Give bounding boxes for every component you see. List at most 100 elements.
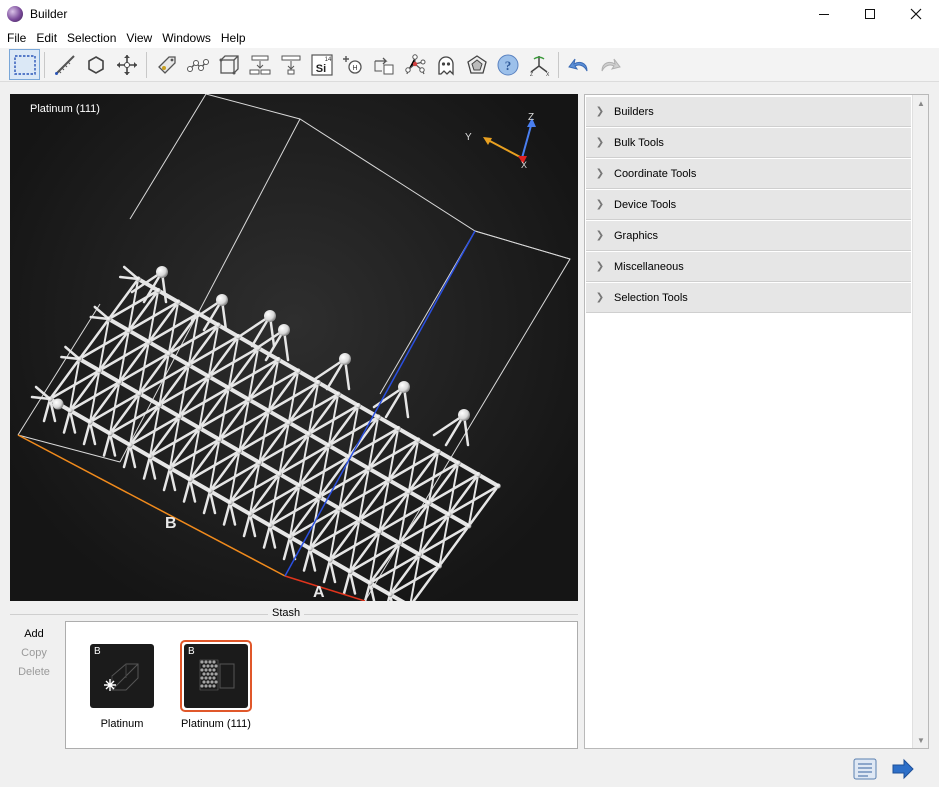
toolbar-separator	[146, 51, 147, 78]
report-icon	[853, 758, 877, 780]
stash-thumbnail: B	[90, 644, 154, 708]
chevron-right-icon: ❯	[595, 106, 605, 117]
stash-delete-button[interactable]: Delete	[18, 663, 50, 682]
layer-split-icon	[249, 55, 270, 74]
element-si-symbol: Si	[315, 63, 325, 75]
atom-add-icon: H	[342, 55, 362, 74]
surface-slab-icon	[199, 659, 235, 691]
stash-list: B Platinum B Platinum (111)	[65, 621, 578, 749]
stash-thumb-frame-selected: B	[180, 640, 252, 712]
atom-add-tool[interactable]: H	[337, 49, 368, 80]
panel-section-device-tools[interactable]: ❯ Device Tools	[586, 190, 911, 220]
undo-icon	[567, 58, 587, 71]
cube-frame-icon	[219, 54, 239, 74]
cube-frame-tool[interactable]	[213, 49, 244, 80]
stash-item-platinum-111[interactable]: B Platinum (111)	[176, 640, 256, 730]
panel-section-label: Bulk Tools	[614, 136, 664, 149]
chevron-right-icon: ❯	[595, 292, 605, 303]
stash-item-label: Platinum (111)	[181, 718, 251, 730]
rectangle-select-icon	[13, 54, 36, 75]
window-title: Builder	[30, 7, 68, 21]
atom-translate-icon	[374, 57, 393, 74]
triad-label-y: Y	[465, 132, 472, 143]
3d-viewport[interactable]: B A Z Y X Platinum (111)	[10, 94, 578, 601]
panel-section-graphics[interactable]: ❯ Graphics	[586, 221, 911, 251]
orientation-triad: Z Y X	[465, 112, 536, 170]
scroll-up-icon[interactable]: ▲	[913, 95, 929, 111]
maximize-icon	[865, 9, 875, 19]
menu-selection[interactable]: Selection	[62, 28, 121, 48]
platinum-lattice	[30, 265, 501, 601]
toolbar-separator	[558, 51, 559, 78]
title-bar: Builder	[0, 0, 939, 28]
hexagon-icon	[87, 55, 104, 74]
ghost-atom-tool[interactable]	[430, 49, 461, 80]
hexagon-tool[interactable]	[80, 49, 111, 80]
stash-copy-button[interactable]: Copy	[21, 644, 47, 663]
panel-section-selection-tools[interactable]: ❯ Selection Tools	[586, 283, 911, 313]
measure-icon	[54, 54, 75, 75]
element-si-tool[interactable]: 14 Si	[306, 49, 337, 80]
stash-add-button[interactable]: Add	[24, 625, 44, 644]
tag-tool[interactable]	[151, 49, 182, 80]
tools-panel: ❯ Builders ❯ Bulk Tools ❯ Coordinate Tools …	[584, 94, 929, 749]
menu-file[interactable]: File	[2, 28, 31, 48]
arrow-right-icon	[892, 758, 914, 780]
close-button[interactable]	[893, 0, 939, 28]
polyhedron-tool[interactable]	[461, 49, 492, 80]
polyhedron-icon	[466, 54, 487, 74]
stash-thumb-frame: B	[86, 640, 158, 712]
axes-xyz-tool[interactable]: ZX	[523, 49, 554, 80]
menu-edit[interactable]: Edit	[31, 28, 62, 48]
molecule-network-tool[interactable]	[399, 49, 430, 80]
window-controls	[801, 0, 939, 28]
svg-text:?: ?	[504, 58, 511, 73]
chevron-right-icon: ❯	[595, 137, 605, 148]
panel-section-label: Builders	[614, 105, 654, 118]
layer-split-tool[interactable]	[244, 49, 275, 80]
move-tool[interactable]	[111, 49, 142, 80]
menu-help[interactable]: Help	[216, 28, 251, 48]
chevron-right-icon: ❯	[595, 168, 605, 179]
menu-windows[interactable]: Windows	[157, 28, 216, 48]
redo-button[interactable]	[594, 49, 625, 80]
panel-section-coordinate-tools[interactable]: ❯ Coordinate Tools	[586, 159, 911, 189]
toolbar-separator	[44, 51, 45, 78]
axis-label-a: A	[313, 584, 325, 601]
panel-section-miscellaneous[interactable]: ❯ Miscellaneous	[586, 252, 911, 282]
stash-item-label: Platinum	[100, 718, 144, 730]
layer-insert-tool[interactable]	[275, 49, 306, 80]
menu-bar: File Edit Selection View Windows Help	[0, 28, 939, 48]
structure-scene: B A Z Y X	[17, 94, 571, 601]
minimize-button[interactable]	[801, 0, 847, 28]
panel-scrollbar[interactable]: ▲ ▼	[912, 95, 928, 748]
undo-button[interactable]	[563, 49, 594, 80]
rectangle-select-tool[interactable]	[9, 49, 40, 80]
report-button[interactable]	[852, 757, 878, 781]
maximize-button[interactable]	[847, 0, 893, 28]
svg-text:X: X	[546, 72, 550, 77]
stash-actions: Add Copy Delete	[14, 625, 54, 682]
bond-chain-tool[interactable]	[182, 49, 213, 80]
scroll-down-icon[interactable]: ▼	[913, 732, 929, 748]
svg-text:Z: Z	[530, 72, 533, 77]
measure-tool[interactable]	[49, 49, 80, 80]
axes-xyz-icon: ZX	[530, 55, 550, 77]
panel-section-bulk-tools[interactable]: ❯ Bulk Tools	[586, 128, 911, 158]
panel-section-label: Graphics	[614, 229, 659, 242]
atom-translate-tool[interactable]	[368, 49, 399, 80]
next-button[interactable]	[890, 757, 916, 781]
stash-item-platinum[interactable]: B Platinum	[82, 640, 162, 730]
panel-section-label: Miscellaneous	[614, 260, 684, 273]
panel-section-label: Selection Tools	[614, 291, 688, 304]
element-si-icon: 14 Si	[310, 53, 333, 76]
help-lifebuoy-tool[interactable]: ?	[492, 49, 523, 80]
menu-view[interactable]: View	[121, 28, 157, 48]
layer-insert-icon	[281, 55, 300, 74]
stash-title: Stash	[268, 607, 305, 619]
triad-label-x: X	[521, 160, 527, 170]
panel-section-builders[interactable]: ❯ Builders	[586, 97, 911, 127]
molecule-network-icon	[404, 53, 425, 74]
chevron-right-icon: ❯	[595, 230, 605, 241]
axis-label-b: B	[165, 515, 177, 532]
